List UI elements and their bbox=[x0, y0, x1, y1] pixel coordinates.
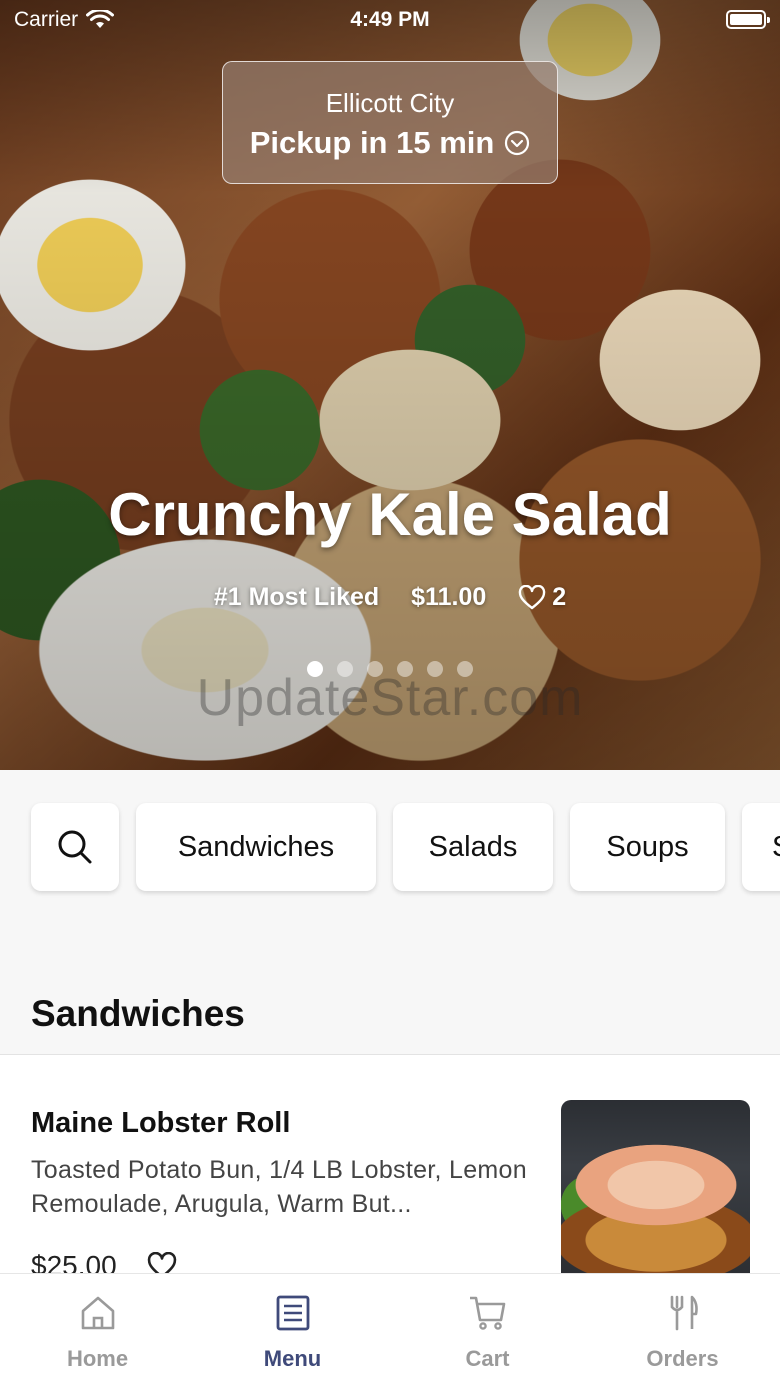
location-city: Ellicott City bbox=[325, 88, 455, 118]
heart-icon bbox=[519, 584, 546, 609]
menu-list-icon bbox=[276, 1295, 309, 1331]
watermark: UpdateStar.com bbox=[196, 669, 584, 727]
featured-likes[interactable]: 2 bbox=[518, 583, 566, 612]
tab-cart[interactable]: Cart bbox=[390, 1274, 585, 1387]
featured-rank: #1 Most Liked bbox=[213, 583, 380, 611]
tab-cart-label: Cart bbox=[465, 1346, 510, 1371]
location-selector[interactable]: Ellicott City Pickup in 15 min bbox=[222, 61, 558, 184]
menu-item-price: $25.00 bbox=[31, 1250, 117, 1273]
tab-orders-label: Orders bbox=[646, 1346, 719, 1371]
menu-item[interactable]: Maine Lobster Roll Toasted Potato Bun, 1… bbox=[0, 1055, 780, 1273]
featured-item-title: Crunchy Kale Salad bbox=[108, 481, 672, 548]
battery-icon bbox=[726, 10, 770, 29]
fork-knife-icon bbox=[670, 1295, 698, 1331]
featured-like-count: 2 bbox=[552, 583, 567, 611]
hero-banner[interactable]: Carrier 4:49 PM Ellicott City Pickup in … bbox=[0, 0, 780, 770]
status-bar: Carrier 4:49 PM bbox=[0, 0, 780, 40]
tab-menu-label: Menu bbox=[263, 1346, 322, 1371]
menu-item-description: Toasted Potato Bun, 1/4 LB Lobster, Lemo… bbox=[31, 1156, 527, 1218]
featured-price: $11.00 bbox=[411, 583, 487, 611]
featured-item-meta: #1 Most Liked $11.00 2 bbox=[0, 583, 780, 612]
tab-bar: Home Menu Cart Orders bbox=[0, 1273, 780, 1387]
tab-orders[interactable]: Orders bbox=[585, 1274, 780, 1387]
search-icon bbox=[58, 830, 92, 864]
category-chip-partial[interactable]: S bbox=[742, 803, 780, 891]
tab-home-label: Home bbox=[66, 1346, 129, 1371]
heart-icon[interactable] bbox=[147, 1252, 177, 1273]
home-icon bbox=[81, 1296, 114, 1330]
status-time: 4:49 PM bbox=[350, 8, 430, 31]
category-chip-soups[interactable]: Soups bbox=[570, 803, 725, 891]
menu-list: Maine Lobster Roll Toasted Potato Bun, 1… bbox=[0, 1055, 780, 1273]
cart-icon bbox=[469, 1296, 505, 1330]
pickup-time-row: Pickup in 15 min bbox=[223, 125, 557, 161]
menu-item-photo bbox=[561, 1100, 750, 1273]
pickup-time-label: Pickup in 15 min bbox=[249, 125, 495, 160]
chevron-down-circle-icon bbox=[505, 130, 530, 156]
search-button[interactable] bbox=[31, 803, 119, 891]
category-chip-salads[interactable]: Salads bbox=[393, 803, 553, 891]
tab-home[interactable]: Home bbox=[0, 1274, 195, 1387]
category-chip-sandwiches[interactable]: Sandwiches bbox=[136, 803, 376, 891]
menu-item-price-row: $25.00 bbox=[31, 1250, 177, 1273]
section-title: Sandwiches bbox=[31, 993, 245, 1034]
menu-item-name: Maine Lobster Roll bbox=[31, 1107, 291, 1139]
category-chips: Sandwiches Salads Soups S bbox=[31, 803, 780, 891]
tab-menu[interactable]: Menu bbox=[195, 1274, 390, 1387]
